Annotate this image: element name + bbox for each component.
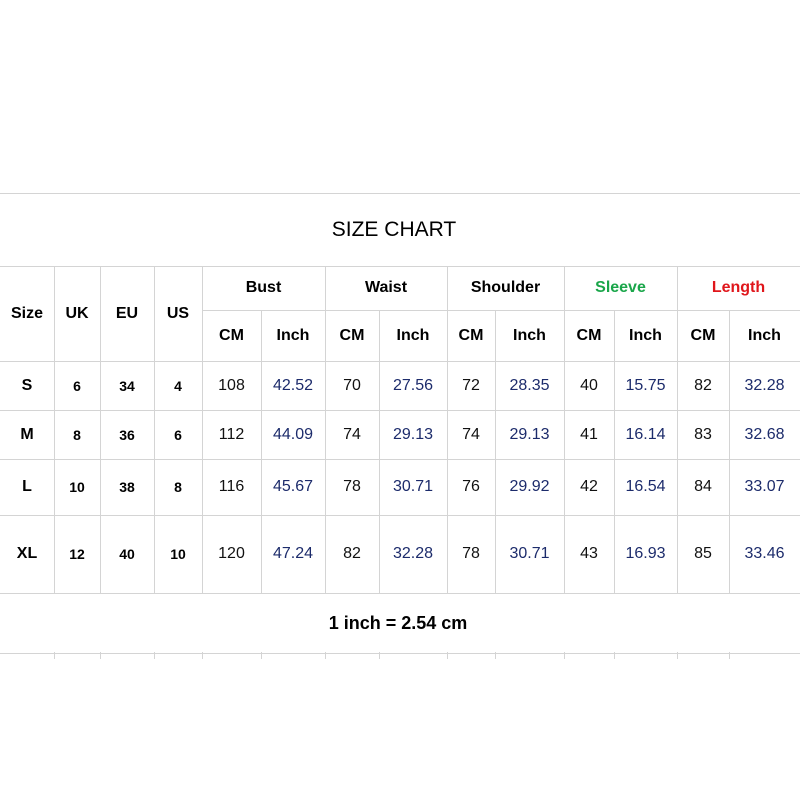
header-inch: Inch xyxy=(629,326,662,344)
cell-cm: 83 xyxy=(694,425,712,443)
row-size: L xyxy=(22,478,32,495)
cell-inch: 32.28 xyxy=(744,376,785,394)
grid-vertical-line xyxy=(677,652,678,659)
header-uk: UK xyxy=(65,304,89,322)
header-cm: CM xyxy=(458,326,484,344)
row-us: 10 xyxy=(170,546,186,562)
cell-cm: 78 xyxy=(343,478,361,495)
row-size: XL xyxy=(16,545,38,562)
header-eu: EU xyxy=(115,304,139,322)
row-size: M xyxy=(20,425,34,443)
header-shoulder: Shoulder xyxy=(470,279,541,296)
cell-cm: 74 xyxy=(343,425,361,443)
cell-inch: 30.71 xyxy=(392,478,434,495)
cell-cm: 85 xyxy=(694,545,712,562)
row-eu: 34 xyxy=(119,377,135,394)
cell-cm: 112 xyxy=(218,425,245,443)
header-size: Size xyxy=(10,304,43,322)
cell-inch: 28.35 xyxy=(509,376,550,394)
header-cm: CM xyxy=(690,326,716,344)
header-cm: CM xyxy=(576,326,602,344)
row-uk: 10 xyxy=(69,479,85,495)
grid-vertical-line xyxy=(564,652,565,659)
row-us: 4 xyxy=(174,377,182,394)
cell-inch: 32.28 xyxy=(392,545,434,562)
cell-inch: 30.71 xyxy=(509,545,550,562)
cell-cm: 76 xyxy=(462,478,480,495)
cell-cm: 108 xyxy=(218,376,245,394)
grid-vertical-line xyxy=(202,652,203,659)
header-length: Length xyxy=(711,279,766,296)
row-eu: 38 xyxy=(119,479,135,495)
conversion-note: 1 inch = 2.54 cm xyxy=(328,612,468,633)
header-waist: Waist xyxy=(364,279,408,296)
cell-cm: 43 xyxy=(580,545,598,562)
grid-vertical-line xyxy=(325,652,326,659)
cell-inch: 16.93 xyxy=(625,545,666,562)
cell-cm: 120 xyxy=(218,545,245,562)
header-inch: Inch xyxy=(396,326,430,344)
grid-row-line xyxy=(0,593,800,594)
cell-cm: 78 xyxy=(462,545,480,562)
row-uk: 6 xyxy=(73,377,81,394)
cell-inch: 27.56 xyxy=(392,376,434,394)
grid-vertical-line xyxy=(154,652,155,659)
cell-cm: 40 xyxy=(580,376,598,394)
cell-inch: 42.52 xyxy=(272,376,314,394)
row-us: 6 xyxy=(174,426,182,443)
row-uk: 8 xyxy=(73,426,81,443)
row-us: 8 xyxy=(174,479,182,495)
grid-top-line xyxy=(0,193,800,194)
cell-cm: 74 xyxy=(462,425,480,443)
grid-vertical-line xyxy=(379,652,380,659)
cell-cm: 42 xyxy=(580,478,598,495)
grid-vertical-line xyxy=(495,652,496,659)
row-eu: 36 xyxy=(119,426,135,443)
header-inch: Inch xyxy=(748,326,781,344)
header-sleeve: Sleeve xyxy=(595,279,646,296)
row-uk: 12 xyxy=(69,546,85,562)
cell-cm: 84 xyxy=(694,478,712,495)
cell-cm: 82 xyxy=(694,376,712,394)
cell-inch: 44.09 xyxy=(272,425,314,443)
cell-inch: 15.75 xyxy=(625,376,666,394)
cell-inch: 32.68 xyxy=(744,425,785,443)
cell-inch: 29.13 xyxy=(509,425,550,443)
header-cm: CM xyxy=(219,326,244,344)
header-bust: Bust xyxy=(245,279,282,296)
row-eu: 40 xyxy=(119,546,135,562)
cell-cm: 70 xyxy=(343,376,361,394)
row-size: S xyxy=(21,376,33,394)
cell-cm: 116 xyxy=(218,478,245,495)
cell-cm: 82 xyxy=(343,545,361,562)
grid-bottom-line xyxy=(0,653,800,654)
size-chart: SIZE CHART 1 inch = 2.54 cm Size UK EU US Bu… xyxy=(0,0,800,800)
header-cm: CM xyxy=(339,326,365,344)
cell-inch: 33.46 xyxy=(744,545,785,562)
cell-inch: 33.07 xyxy=(744,478,785,495)
cell-inch: 29.92 xyxy=(509,478,550,495)
cell-cm: 41 xyxy=(580,425,598,443)
cell-inch: 47.24 xyxy=(272,545,314,562)
grid-vertical-line xyxy=(447,652,448,659)
grid-vertical-line xyxy=(614,652,615,659)
cell-inch: 45.67 xyxy=(272,478,314,495)
header-inch: Inch xyxy=(276,326,310,344)
cell-cm: 72 xyxy=(462,376,480,394)
grid-vertical-line xyxy=(729,652,730,659)
cell-inch: 16.14 xyxy=(625,425,666,443)
cell-inch: 29.13 xyxy=(392,425,434,443)
grid-vertical-line xyxy=(54,652,55,659)
header-inch: Inch xyxy=(513,326,546,344)
header-us: US xyxy=(166,304,190,322)
grid-vertical-line xyxy=(100,652,101,659)
cell-inch: 16.54 xyxy=(625,478,666,495)
chart-title: SIZE CHART xyxy=(331,218,457,241)
grid-vertical-line xyxy=(261,652,262,659)
